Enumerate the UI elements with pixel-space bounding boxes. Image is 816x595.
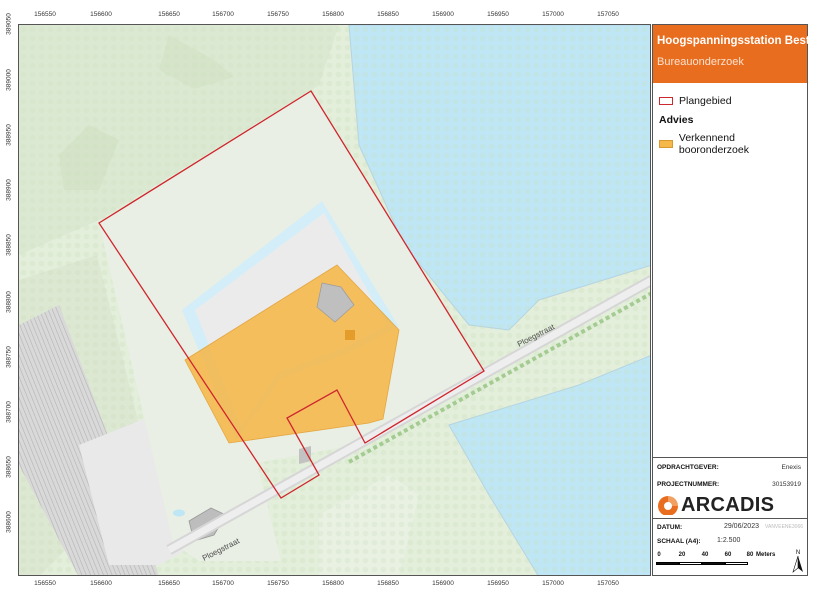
easting-label: 157000 (542, 580, 564, 587)
title-block: Hoogspanningsstation Best Bureauonderzoe… (653, 25, 810, 83)
northing-label: 388900 (5, 179, 13, 201)
easting-label: 156850 (377, 580, 399, 587)
easting-label: 156700 (212, 11, 234, 18)
scale-tick-label: 20 (678, 552, 686, 558)
easting-label: 156900 (432, 11, 454, 18)
map-canvas[interactable]: Ploegstraat Ploegstraat (19, 25, 651, 576)
easting-label: 156900 (432, 580, 454, 587)
easting-label: 157050 (597, 11, 619, 18)
northing-label: 388750 (5, 346, 13, 368)
northing-label: 388800 (5, 291, 13, 313)
easting-label: 156550 (34, 11, 56, 18)
easting-label: 156600 (90, 580, 112, 587)
easting-label: 156650 (158, 11, 180, 18)
northing-label: 389000 (5, 69, 13, 91)
northing-label: 388600 (5, 511, 13, 533)
map-title: Hoogspanningsstation Best (657, 35, 810, 47)
legend-label: Verkennend booronderzoek (678, 132, 749, 156)
scale-segment (702, 562, 725, 565)
legend-item-verkennend: Verkennend booronderzoek (659, 132, 807, 156)
map-frame[interactable]: Ploegstraat Ploegstraat (18, 24, 651, 576)
easting-label: 156800 (322, 11, 344, 18)
easting-label: 156800 (322, 580, 344, 587)
scale-tick-label: 0 (657, 552, 661, 558)
easting-label: 156600 (90, 11, 112, 18)
small-pond (173, 509, 185, 517)
transformer-block (345, 330, 355, 340)
plangebied-swatch (659, 97, 673, 105)
scalebar-area: 0 20 40 60 80 Meters N (652, 432, 808, 576)
scale-segment (679, 562, 702, 565)
easting-label: 156650 (158, 580, 180, 587)
legend-heading-advies: Advies (659, 114, 694, 126)
easting-label: 156950 (487, 11, 509, 18)
scale-unit-label: Meters (756, 552, 776, 558)
scale-segment (656, 562, 679, 565)
northing-label: 388700 (5, 401, 13, 423)
easting-label: 156750 (267, 11, 289, 18)
scale-tick-label: 40 (701, 552, 709, 558)
easting-label: 157000 (542, 11, 564, 18)
easting-label: 156700 (212, 580, 234, 587)
northing-label: 388650 (5, 456, 13, 478)
easting-label: 156850 (377, 11, 399, 18)
verkennend-swatch (659, 140, 673, 148)
scale-tick-label: 80 (746, 552, 754, 558)
easting-label: 156550 (34, 580, 56, 587)
northing-label: 389050 (5, 13, 13, 35)
map-sheet: 156550 156600 156650 156700 156750 15680… (0, 0, 816, 595)
scale-tick-label: 60 (724, 552, 732, 558)
scale-segment (725, 562, 748, 565)
north-label: N (796, 550, 800, 556)
northing-label: 388950 (5, 124, 13, 146)
small-building (299, 446, 311, 464)
legend-label: Plangebied (679, 95, 732, 107)
easting-label: 156750 (267, 580, 289, 587)
northing-label: 388850 (5, 234, 13, 256)
easting-label: 156950 (487, 580, 509, 587)
map-subtitle: Bureauonderzoek (657, 56, 744, 68)
scale-bar: 0 20 40 60 80 Meters (656, 552, 775, 574)
easting-label: 157050 (597, 580, 619, 587)
north-arrow-icon: N (792, 550, 803, 573)
legend-item-plangebied: Plangebied (659, 95, 807, 107)
